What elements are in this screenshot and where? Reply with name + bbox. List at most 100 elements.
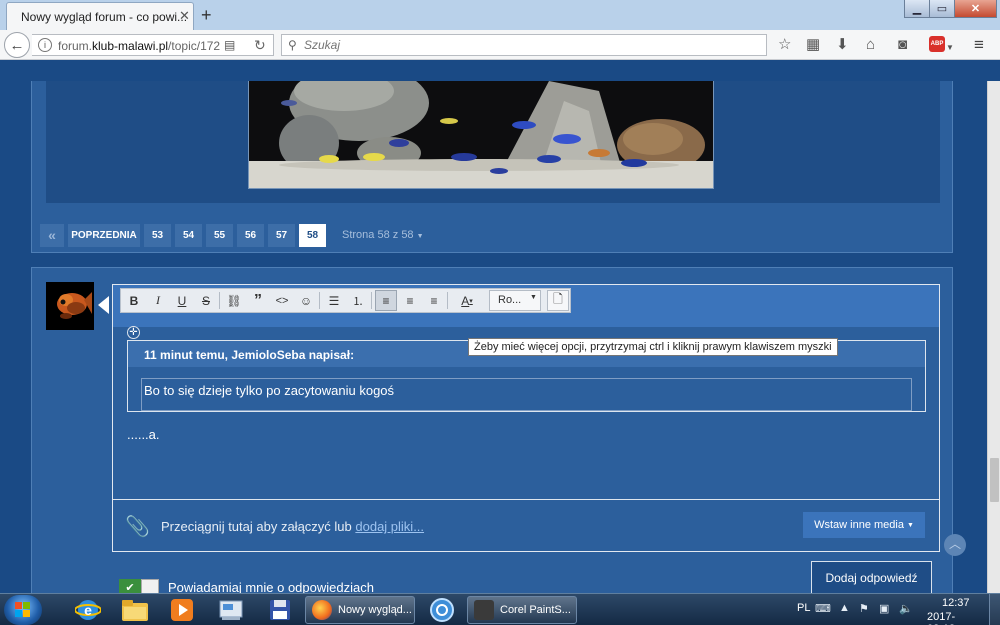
page-button[interactable]: 57	[268, 223, 295, 247]
floppy-disk-icon[interactable]	[258, 596, 302, 624]
search-bar[interactable]: ⚲	[281, 34, 767, 56]
submit-reply-button[interactable]: Dodaj odpowiedź	[811, 561, 932, 593]
previous-page-button[interactable]: POPRZEDNIA	[68, 223, 140, 247]
tooltip: Żeby mieć więcej opcji, przytrzymaj ctrl…	[468, 338, 838, 356]
scroll-to-top-icon[interactable]: ︿	[944, 534, 966, 556]
start-button[interactable]	[4, 595, 42, 625]
toolbar-separator	[447, 292, 448, 309]
info-icon[interactable]: i	[38, 38, 52, 52]
url-text: forum.klub-malawi.pl/topic/172	[58, 39, 221, 53]
reload-icon[interactable]: ↻	[254, 37, 266, 54]
network-icon[interactable]: ▣	[879, 602, 889, 615]
reader-view-icon[interactable]: ▤	[224, 38, 235, 52]
arrow-left-icon: ←	[9, 36, 25, 54]
current-page-button[interactable]: 58	[299, 223, 326, 247]
clock-time[interactable]: 12:37	[942, 597, 970, 609]
flag-icon[interactable]: ⚑	[859, 602, 869, 615]
media-player-icon[interactable]	[160, 596, 204, 624]
pagination: « POPRZEDNIA 53 54 55 56 57 58 Strona 58…	[40, 223, 424, 247]
bookmarks-list-icon[interactable]: ▦	[806, 37, 820, 53]
page-button[interactable]: 54	[175, 223, 202, 247]
paperclip-icon: 📎	[125, 516, 150, 538]
firefox-icon	[312, 600, 332, 620]
post-content	[46, 81, 940, 203]
bullet-list-icon[interactable]: ☰	[323, 290, 345, 311]
move-handle-icon[interactable]: ✛	[127, 326, 140, 339]
search-input[interactable]	[304, 36, 744, 54]
svg-text:e: e	[84, 602, 92, 618]
toggle-off-part	[141, 579, 159, 593]
strikethrough-icon[interactable]: S	[195, 290, 217, 311]
bookmark-star-icon[interactable]: ☆	[778, 37, 791, 53]
italic-icon[interactable]: I	[147, 290, 169, 311]
reply-form: B I U S ⛓ ” <> ☺ ☰ ⒈ ≡ ≡ ≡ A ▾ Ro... ▼ 🗋…	[31, 267, 953, 593]
page-scrollbar[interactable]	[987, 81, 1000, 593]
bold-icon[interactable]: B	[123, 290, 145, 311]
align-left-icon[interactable]: ≡	[375, 290, 397, 311]
paintshop-window-button[interactable]: Corel PaintS...	[467, 596, 577, 624]
quote-icon[interactable]: ”	[247, 290, 269, 311]
presentation-icon[interactable]	[209, 596, 253, 624]
text-color-icon[interactable]: A ▾	[453, 290, 481, 311]
show-desktop-button[interactable]	[989, 594, 1000, 625]
home-icon[interactable]: ⌂	[866, 37, 875, 53]
align-center-icon[interactable]: ≡	[399, 290, 421, 311]
windows-taskbar: e Nowy wygląd... Corel PaintS... PL ⌨ ▲ …	[0, 593, 1000, 625]
keyboard-icon[interactable]: ⌨	[815, 602, 831, 615]
insert-media-button[interactable]: Wstaw inne media ▼	[803, 512, 925, 538]
back-button[interactable]: ←	[4, 32, 30, 58]
first-page-button[interactable]: «	[40, 223, 64, 247]
windows-logo-icon	[15, 602, 30, 617]
editor-toolbar: B I U S ⛓ ” <> ☺ ☰ ⒈ ≡ ≡ ≡ A ▾ Ro... ▼ 🗋	[113, 285, 939, 327]
page-button[interactable]: 55	[206, 223, 233, 247]
avatar[interactable]	[46, 282, 94, 330]
page-button[interactable]: 53	[144, 223, 171, 247]
underline-icon[interactable]: U	[171, 290, 193, 311]
chevron-down-icon[interactable]: ▼	[946, 40, 954, 56]
volume-icon[interactable]: 🔈	[899, 602, 913, 615]
code-icon[interactable]: <>	[271, 290, 293, 311]
font-select[interactable]: Ro... ▼	[489, 290, 541, 311]
download-icon[interactable]: ⬇	[836, 37, 849, 53]
rich-text-editor[interactable]: B I U S ⛓ ” <> ☺ ☰ ⒈ ≡ ≡ ≡ A ▾ Ro... ▼ 🗋…	[112, 284, 940, 552]
camera-icon	[474, 600, 494, 620]
chevron-up-icon[interactable]: ▲	[839, 602, 850, 614]
file-explorer-icon[interactable]	[113, 596, 157, 624]
scrollbar-thumb[interactable]	[990, 458, 999, 502]
quote-body[interactable]: Bo to się dzieje tylko po zacytowaniu ko…	[141, 378, 912, 411]
window-label: Nowy wygląd...	[338, 604, 412, 616]
chevron-down-icon: ▼	[906, 521, 914, 529]
page-button[interactable]: 56	[237, 223, 264, 247]
page-jump-dropdown[interactable]: Strona 58 z 58 ▼	[342, 229, 424, 241]
chevron-down-icon: ▼	[416, 233, 424, 240]
preview-icon[interactable]: 🗋	[547, 290, 569, 311]
align-right-icon[interactable]: ≡	[423, 290, 445, 311]
hamburger-menu-icon[interactable]: ≡	[974, 36, 984, 53]
window-close-button[interactable]: ✕	[954, 0, 997, 18]
app-icon[interactable]	[420, 596, 464, 624]
language-indicator[interactable]: PL	[797, 602, 810, 614]
minimize-button[interactable]: ▁	[904, 0, 930, 18]
search-icon: ⚲	[288, 38, 297, 52]
maximize-button[interactable]: ▭	[929, 0, 955, 18]
close-icon[interactable]: ✕	[179, 8, 190, 24]
internet-explorer-icon[interactable]: e	[66, 596, 110, 624]
numbered-list-icon[interactable]: ⒈	[347, 290, 369, 311]
new-tab-icon[interactable]: +	[201, 6, 212, 24]
attachment-area[interactable]: 📎 Przeciągnij tutaj aby załączyć lub dod…	[113, 499, 939, 551]
add-files-link[interactable]: dodaj pliki...	[355, 519, 424, 534]
adblock-icon[interactable]: ABP	[929, 36, 945, 52]
link-icon[interactable]: ⛓	[223, 290, 245, 311]
browser-tab[interactable]: Nowy wygląd forum - co powi... ✕	[6, 2, 194, 30]
emoji-icon[interactable]: ☺	[295, 290, 317, 311]
notify-toggle[interactable]: ✔	[119, 579, 161, 593]
clock-date[interactable]: 2017-02-18	[927, 611, 955, 625]
editor-text[interactable]: ......a.	[127, 427, 160, 442]
window-titlebar: Nowy wygląd forum - co powi... ✕ + ▁ ▭ ✕	[0, 0, 1000, 30]
address-bar[interactable]: i forum.klub-malawi.pl/topic/172 ▤ ↻	[32, 34, 274, 56]
navigation-toolbar: ← i forum.klub-malawi.pl/topic/172 ▤ ↻ ⚲…	[0, 30, 1000, 60]
quote-text: Bo to się dzieje tylko po zacytowaniu ko…	[144, 383, 395, 398]
attachment-label: Przeciągnij tutaj aby załączyć lub dodaj…	[161, 519, 425, 534]
pocket-icon[interactable]: ◙	[898, 37, 907, 53]
firefox-window-button[interactable]: Nowy wygląd...	[305, 596, 415, 624]
